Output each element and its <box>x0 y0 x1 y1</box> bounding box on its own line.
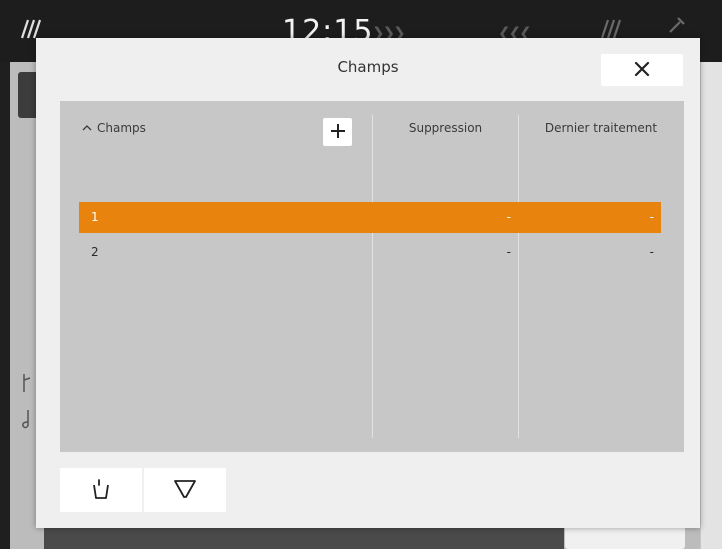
filter-button[interactable] <box>144 468 226 512</box>
table-row[interactable]: 1 - - <box>79 202 661 233</box>
column-header-name[interactable]: Champs <box>82 121 146 135</box>
column-header-name-label: Champs <box>97 121 146 135</box>
chevron-up-icon <box>82 121 92 135</box>
fields-dialog: Champs Champs Suppression Dernier traite… <box>36 38 700 528</box>
column-divider <box>372 115 373 438</box>
close-icon <box>633 60 651 81</box>
row-field-name: 1 <box>91 210 99 224</box>
select-tool-button[interactable] <box>60 468 142 512</box>
fields-table: Champs Suppression Dernier traitement 1 … <box>60 101 684 452</box>
bucket-select-icon <box>90 477 112 504</box>
row-suppression-value: - <box>506 245 511 259</box>
filter-icon <box>173 478 197 503</box>
row-field-name: 2 <box>91 245 99 259</box>
column-header-last-treatment[interactable]: Dernier traitement <box>518 121 684 135</box>
close-button[interactable] <box>601 54 683 86</box>
row-suppression-value: - <box>506 210 511 224</box>
row-last-treatment-value: - <box>649 245 654 259</box>
row-last-treatment-value: - <box>649 210 654 224</box>
column-divider <box>518 115 519 438</box>
pipette-icon <box>666 14 688 40</box>
table-row[interactable]: 2 - - <box>79 237 661 268</box>
map-marker-icon <box>20 408 34 435</box>
right-panel-background <box>700 62 722 549</box>
column-header-suppression[interactable]: Suppression <box>373 121 518 135</box>
add-field-button[interactable] <box>323 118 352 146</box>
map-marker-icon <box>20 372 34 399</box>
plus-icon <box>330 123 346 142</box>
